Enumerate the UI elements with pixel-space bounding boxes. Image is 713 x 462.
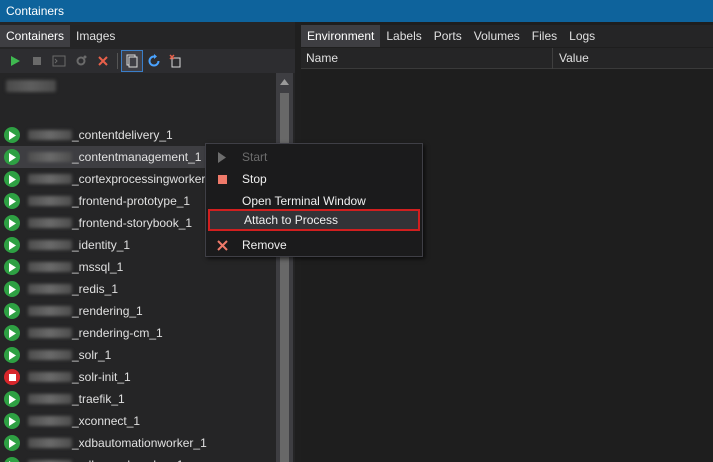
left-tab-strip: Containers Images bbox=[0, 25, 121, 47]
menu-item-remove[interactable]: Remove bbox=[208, 234, 420, 256]
toolbar-separator bbox=[117, 53, 118, 69]
running-status-icon bbox=[4, 215, 20, 231]
running-status-icon bbox=[4, 193, 20, 209]
container-row[interactable]: _mssql_1 bbox=[0, 256, 276, 278]
menu-item-stop[interactable]: Stop bbox=[208, 168, 420, 190]
redacted-project-prefix bbox=[28, 372, 72, 382]
start-icon[interactable] bbox=[4, 50, 26, 72]
column-header-value[interactable]: Value bbox=[554, 48, 713, 69]
play-icon bbox=[208, 151, 236, 163]
container-name: _frontend-storybook_1 bbox=[72, 216, 193, 230]
container-row[interactable]: _xdbsearchworker_1 bbox=[0, 454, 276, 462]
toolbar bbox=[0, 49, 295, 73]
running-status-icon bbox=[4, 149, 20, 165]
running-status-icon bbox=[4, 413, 20, 429]
menu-item-label: Attach to Process bbox=[244, 213, 339, 227]
running-status-icon bbox=[4, 171, 20, 187]
environment-grid-header: Name Value bbox=[301, 48, 713, 69]
redacted-project-prefix bbox=[28, 152, 72, 162]
refresh-icon[interactable] bbox=[143, 50, 165, 72]
stop-icon[interactable] bbox=[26, 50, 48, 72]
running-status-icon bbox=[4, 303, 20, 319]
running-status-icon bbox=[4, 237, 20, 253]
container-name: _xdbsearchworker_1 bbox=[72, 458, 183, 462]
terminal-icon[interactable] bbox=[48, 50, 70, 72]
container-name: _rendering-cm_1 bbox=[72, 326, 163, 340]
tab-logs[interactable]: Logs bbox=[563, 25, 601, 47]
running-status-icon bbox=[4, 391, 20, 407]
menu-item-label: Open Terminal Window bbox=[242, 194, 366, 208]
container-row[interactable]: _solr-init_1 bbox=[0, 366, 276, 388]
container-name: _solr_1 bbox=[72, 348, 112, 362]
menu-item-label: Stop bbox=[242, 172, 267, 186]
container-name: _rendering_1 bbox=[72, 304, 143, 318]
redacted-project-prefix bbox=[28, 328, 72, 338]
redacted-project-prefix bbox=[28, 196, 72, 206]
container-row[interactable]: _xconnect_1 bbox=[0, 410, 276, 432]
tab-environment[interactable]: Environment bbox=[301, 25, 381, 47]
container-name: _redis_1 bbox=[72, 282, 119, 296]
running-status-icon bbox=[4, 281, 20, 297]
running-status-icon bbox=[4, 259, 20, 275]
container-row[interactable]: _rendering_1 bbox=[0, 300, 276, 322]
container-name: _identity_1 bbox=[72, 238, 131, 252]
redacted-project-prefix bbox=[28, 262, 72, 272]
container-name: _mssql_1 bbox=[72, 260, 124, 274]
container-list[interactable]: _contentdelivery_1 _contentmanagement_1 _c… bbox=[0, 73, 276, 462]
redacted-project-prefix bbox=[28, 416, 72, 426]
running-status-icon bbox=[4, 325, 20, 341]
redacted-project-prefix bbox=[28, 306, 72, 316]
redacted-project-prefix bbox=[28, 350, 72, 360]
redacted-project-prefix bbox=[28, 130, 72, 140]
container-name: _xdbautomationworker_1 bbox=[72, 436, 207, 450]
running-status-icon bbox=[4, 347, 20, 363]
menu-item-start[interactable]: Start bbox=[208, 146, 420, 168]
tab-files[interactable]: Files bbox=[526, 25, 563, 47]
tab-volumes[interactable]: Volumes bbox=[468, 25, 526, 47]
close-icon bbox=[208, 239, 236, 251]
redacted-project-prefix bbox=[28, 438, 72, 448]
redacted-project-prefix bbox=[28, 284, 72, 294]
stop-icon bbox=[208, 174, 236, 184]
tab-images[interactable]: Images bbox=[70, 25, 121, 47]
container-name: _contentdelivery_1 bbox=[72, 128, 173, 142]
redacted-project-prefix bbox=[28, 218, 72, 228]
context-menu: Start Stop Open Terminal Window Attach t… bbox=[205, 143, 423, 257]
container-name: _traefik_1 bbox=[72, 392, 125, 406]
container-row[interactable]: _rendering-cm_1 bbox=[0, 322, 276, 344]
container-name: _xconnect_1 bbox=[72, 414, 141, 428]
container-name: _frontend-prototype_1 bbox=[72, 194, 191, 208]
container-name: _solr-init_1 bbox=[72, 370, 131, 384]
redacted-project-prefix bbox=[28, 394, 72, 404]
running-status-icon bbox=[4, 457, 20, 462]
running-status-icon bbox=[4, 435, 20, 451]
container-row[interactable]: _redis_1 bbox=[0, 278, 276, 300]
container-row[interactable]: _solr_1 bbox=[0, 344, 276, 366]
menu-item-attach-to-process[interactable]: Attach to Process bbox=[208, 209, 420, 231]
redacted-project-prefix bbox=[28, 240, 72, 250]
copy-icon[interactable] bbox=[121, 50, 143, 72]
settings-icon[interactable] bbox=[70, 50, 92, 72]
delete-icon[interactable] bbox=[92, 50, 114, 72]
details-tab-strip: Environment Labels Ports Volumes Files L… bbox=[301, 25, 713, 47]
tab-labels[interactable]: Labels bbox=[380, 25, 427, 47]
menu-item-label: Start bbox=[242, 150, 268, 164]
menu-item-label: Remove bbox=[242, 238, 287, 252]
window-title: Containers bbox=[0, 0, 713, 22]
scroll-up-arrow[interactable] bbox=[276, 73, 293, 90]
container-name: _contentmanagement_1 bbox=[72, 150, 202, 164]
vertical-scrollbar[interactable] bbox=[276, 73, 293, 462]
tab-ports[interactable]: Ports bbox=[428, 25, 468, 47]
tab-containers[interactable]: Containers bbox=[0, 25, 71, 47]
project-group-header bbox=[6, 80, 56, 92]
redacted-project-prefix bbox=[28, 174, 72, 184]
container-row[interactable]: _traefik_1 bbox=[0, 388, 276, 410]
column-header-name[interactable]: Name bbox=[301, 48, 553, 69]
container-name: _cortexprocessingworker_ bbox=[72, 172, 213, 186]
running-status-icon bbox=[4, 127, 20, 143]
container-row[interactable]: _xdbautomationworker_1 bbox=[0, 432, 276, 454]
prune-icon[interactable] bbox=[165, 50, 187, 72]
stopped-status-icon bbox=[4, 369, 20, 385]
